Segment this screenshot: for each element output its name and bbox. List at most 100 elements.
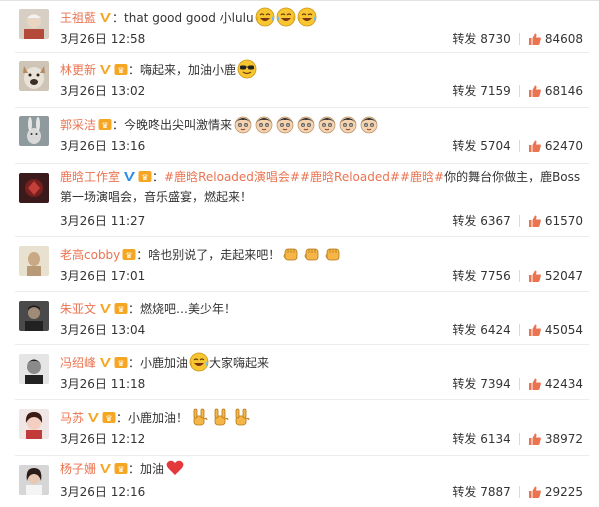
- vip-badge-icon: ♛: [114, 301, 128, 314]
- repost-button[interactable]: 转发 7159: [452, 83, 510, 99]
- divider: [518, 378, 520, 390]
- vip-badge-icon: ♛: [114, 62, 128, 75]
- username[interactable]: 马苏: [60, 411, 84, 425]
- avatar[interactable]: [19, 61, 49, 91]
- comment-text: ：燃烧吧…美少年！: [128, 302, 237, 316]
- like-button[interactable]: 38972: [528, 431, 583, 447]
- repost-count: 6134: [480, 432, 511, 446]
- repost-label: 转发: [452, 214, 477, 228]
- laughing-tears-emoji-icon: [189, 352, 209, 372]
- avatar[interactable]: [19, 409, 49, 439]
- divider: [15, 163, 589, 164]
- like-button[interactable]: 61570: [528, 213, 583, 229]
- repost-label: 转发: [452, 269, 477, 283]
- vip-badge-icon: ♛: [138, 169, 152, 182]
- avatar[interactable]: [19, 116, 49, 146]
- username[interactable]: 冯绍峰: [60, 356, 96, 370]
- divider: [518, 486, 520, 498]
- username[interactable]: 杨子姗: [60, 462, 96, 476]
- username[interactable]: 林更新: [60, 63, 96, 77]
- comment-text: ：嗨起来，加油小鹿: [128, 63, 237, 77]
- repost-button[interactable]: 转发 5704: [452, 138, 510, 154]
- thumbs-up-icon: [528, 85, 541, 97]
- divider: [518, 215, 520, 227]
- divider: [15, 344, 589, 345]
- divider: [15, 236, 589, 237]
- like-count: 68146: [544, 84, 583, 98]
- repost-button[interactable]: 转发 7394: [452, 376, 510, 392]
- timestamp: 3月26日 12:16: [60, 485, 146, 499]
- username[interactable]: 王祖藍: [60, 11, 96, 25]
- topic-link[interactable]: #鹿晗Reloaded#: [300, 170, 400, 184]
- timestamp: 3月26日 13:02: [60, 84, 146, 98]
- avatar[interactable]: [19, 354, 49, 384]
- repost-label: 转发: [452, 432, 477, 446]
- thumbs-up-icon: [528, 140, 541, 152]
- avatar[interactable]: [19, 465, 49, 495]
- like-button[interactable]: 29225: [528, 484, 583, 500]
- topic-link[interactable]: #鹿晗Reloaded演唱会#: [164, 170, 300, 184]
- svg-text:♛: ♛: [117, 66, 124, 75]
- timestamp: 3月26日 11:18: [60, 377, 146, 391]
- rock-hand-emoji-icon: [231, 407, 251, 427]
- comment-text-prefix: ：: [152, 170, 165, 184]
- divider: [15, 107, 589, 108]
- fist-emoji-icon: [302, 244, 322, 264]
- fist-emoji-icon: [323, 244, 343, 264]
- laughing-tears-emoji-icon: [297, 7, 317, 27]
- repost-button[interactable]: 转发 8730: [452, 31, 510, 47]
- avatar[interactable]: [19, 246, 49, 276]
- topic-link[interactable]: #鹿晗#: [400, 170, 444, 184]
- boy-face-emoji-icon: [317, 114, 337, 134]
- avatar[interactable]: [19, 9, 49, 39]
- divider: [15, 399, 589, 400]
- like-count: 45054: [544, 323, 583, 337]
- repost-button[interactable]: 转发 6134: [452, 431, 510, 447]
- like-count: 42434: [544, 377, 583, 391]
- comment-text: ：小鹿加油！: [116, 411, 189, 425]
- divider: [518, 33, 520, 45]
- rock-hand-emoji-icon: [210, 407, 230, 427]
- avatar[interactable]: [19, 173, 49, 203]
- svg-text:♛: ♛: [117, 305, 124, 314]
- repost-count: 7159: [480, 84, 511, 98]
- avatar[interactable]: [19, 301, 49, 331]
- timestamp: 3月26日 13:04: [60, 323, 146, 337]
- like-button[interactable]: 84608: [528, 31, 583, 47]
- boy-face-emoji-icon: [233, 114, 253, 134]
- username[interactable]: 老高cobby: [60, 248, 120, 262]
- repost-count: 7756: [480, 269, 511, 283]
- verified-blue-badge-icon: [123, 169, 136, 182]
- username[interactable]: 鹿晗工作室: [60, 170, 120, 184]
- divider: [518, 433, 520, 445]
- boy-face-emoji-icon: [359, 114, 379, 134]
- comment-text-suffix: 大家嗨起来: [209, 356, 270, 370]
- repost-button[interactable]: 转发 7756: [452, 268, 510, 284]
- laughing-tears-emoji-icon: [255, 7, 275, 27]
- repost-count: 7887: [480, 485, 511, 499]
- timestamp: 3月26日 13:16: [60, 139, 146, 153]
- timestamp: 3月26日 12:12: [60, 432, 146, 446]
- like-button[interactable]: 62470: [528, 138, 583, 154]
- username[interactable]: 朱亚文: [60, 302, 96, 316]
- repost-count: 7394: [480, 377, 511, 391]
- repost-button[interactable]: 转发 7887: [452, 484, 510, 500]
- timestamp: 3月26日 11:27: [60, 214, 146, 228]
- like-button[interactable]: 45054: [528, 322, 583, 338]
- repost-count: 6367: [480, 214, 511, 228]
- timestamp: 3月26日 12:58: [60, 32, 146, 46]
- repost-label: 转发: [452, 32, 477, 46]
- thumbs-up-icon: [528, 324, 541, 336]
- repost-button[interactable]: 转发 6367: [452, 213, 510, 229]
- username[interactable]: 郭采洁: [60, 118, 96, 132]
- heart-emoji-icon: [165, 458, 185, 478]
- repost-label: 转发: [452, 485, 477, 499]
- svg-text:♛: ♛: [141, 173, 148, 182]
- boy-face-emoji-icon: [275, 114, 295, 134]
- like-button[interactable]: 42434: [528, 376, 583, 392]
- like-button[interactable]: 68146: [528, 83, 583, 99]
- repost-button[interactable]: 转发 6424: [452, 322, 510, 338]
- like-count: 84608: [544, 32, 583, 46]
- like-button[interactable]: 52047: [528, 268, 583, 284]
- svg-text:♛: ♛: [105, 414, 112, 423]
